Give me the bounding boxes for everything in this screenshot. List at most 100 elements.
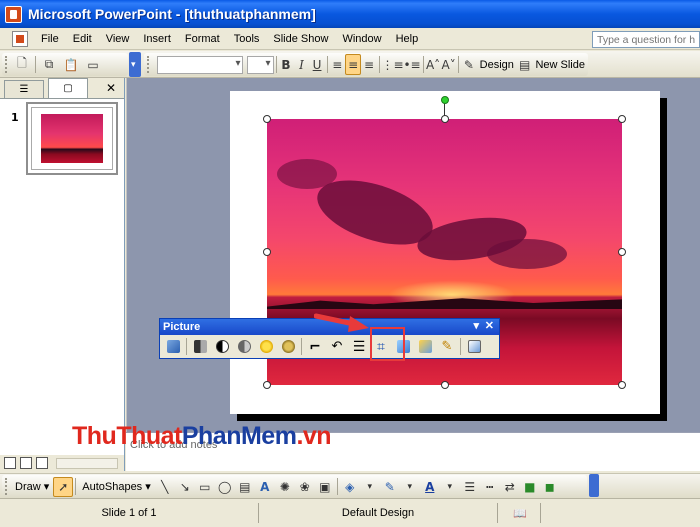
font-name-combo[interactable] [156, 55, 244, 74]
arrow-style-icon[interactable]: ⇄ [500, 477, 520, 497]
horizontal-scrollbar[interactable] [56, 458, 118, 469]
resize-handle[interactable] [618, 248, 626, 256]
menu-help[interactable]: Help [389, 31, 426, 47]
help-search-input[interactable] [592, 31, 700, 48]
arrow-icon[interactable]: ↘ [175, 477, 195, 497]
toolbar-grip[interactable] [147, 56, 150, 73]
title-bar: Microsoft PowerPoint - [thuthuatphanmem] [0, 0, 700, 28]
resize-handle[interactable] [263, 381, 271, 389]
design-icon[interactable]: ✎ [461, 54, 477, 75]
menu-insert[interactable]: Insert [136, 31, 178, 47]
menu-view[interactable]: View [99, 31, 137, 47]
new-document-icon[interactable]: 🗋 [11, 54, 33, 75]
toolbar-options-icon[interactable]: ▾ [473, 319, 479, 332]
fill-color-dropdown-icon[interactable]: ▾ [360, 477, 380, 497]
select-objects-icon[interactable]: ➚ [53, 476, 74, 497]
clip-art-icon[interactable]: ❀ [295, 477, 315, 497]
more-contrast-button[interactable] [212, 336, 233, 357]
menu-slide-show[interactable]: Slide Show [266, 31, 335, 47]
powerpoint-app-icon[interactable] [5, 5, 22, 23]
resize-handle[interactable] [263, 248, 271, 256]
font-color-dropdown-icon[interactable]: ▾ [440, 477, 460, 497]
font-color-icon[interactable]: A [420, 477, 440, 497]
watermark-part-3: .vn [296, 422, 332, 450]
resize-handle[interactable] [618, 381, 626, 389]
line-style-button[interactable]: ☰ [349, 336, 370, 357]
toolbar-options-button[interactable] [129, 52, 141, 77]
insert-picture-icon[interactable]: ▣ [315, 477, 335, 497]
reset-picture-button[interactable] [464, 336, 485, 357]
format-picture-button[interactable] [415, 336, 436, 357]
slide-canvas[interactable] [230, 91, 660, 414]
close-icon[interactable]: ✕ [106, 81, 116, 95]
set-transparent-color-button[interactable]: ✎ [437, 336, 458, 357]
toolbar-grip[interactable] [5, 56, 8, 73]
toolbar-grip[interactable] [5, 478, 8, 495]
menu-window[interactable]: Window [335, 31, 388, 47]
diagram-icon[interactable]: ✺ [275, 477, 295, 497]
format-painter-icon[interactable]: ▭ [82, 54, 104, 75]
shadow-style-icon[interactable]: ■ [520, 477, 540, 497]
tab-outline[interactable]: ☰ [4, 80, 44, 98]
format-picture-icon [418, 340, 432, 353]
drawing-toolbar-options-button[interactable] [589, 474, 599, 497]
increase-font-icon[interactable]: A˄ [425, 54, 441, 75]
copy-icon[interactable]: ⧉ [38, 54, 60, 75]
menu-format[interactable]: Format [178, 31, 227, 47]
line-style-icon: ☰ [352, 338, 366, 355]
dash-style-icon[interactable]: ┅ [480, 477, 500, 497]
italic-icon[interactable]: I [294, 54, 310, 75]
tab-slides[interactable]: ▢ [48, 78, 88, 98]
bullets-icon[interactable]: •≡ [403, 54, 420, 75]
less-brightness-button[interactable] [278, 336, 299, 357]
menu-file[interactable]: File [34, 31, 66, 47]
3d-style-icon[interactable]: ◼ [540, 477, 560, 497]
rotate-left-button[interactable]: ↶ [327, 336, 348, 357]
less-contrast-button[interactable] [234, 336, 255, 357]
slide-show-view-icon[interactable] [36, 457, 48, 469]
more-brightness-button[interactable] [256, 336, 277, 357]
fill-color-icon[interactable]: ◈ [340, 477, 360, 497]
slide-thumbnail[interactable] [26, 102, 118, 175]
autoshapes-menu-button[interactable]: AutoShapes ▾ [78, 480, 155, 493]
spelling-check-icon[interactable]: 📖 [505, 503, 535, 523]
document-icon[interactable] [12, 30, 28, 47]
crop-button[interactable]: ⌐ [305, 336, 326, 357]
new-slide-icon[interactable]: ▤ [517, 54, 533, 75]
resize-handle[interactable] [441, 381, 449, 389]
line-style-icon[interactable]: ☰ [460, 477, 480, 497]
align-center-icon[interactable]: ≡ [345, 54, 362, 75]
menu-tools[interactable]: Tools [227, 31, 267, 47]
oval-icon[interactable]: ◯ [215, 477, 235, 497]
font-size-combo[interactable] [247, 55, 274, 74]
line-color-dropdown-icon[interactable]: ▾ [400, 477, 420, 497]
align-right-icon[interactable]: ≡ [361, 54, 377, 75]
design-button[interactable]: Design [477, 59, 517, 71]
align-left-icon[interactable]: ≡ [330, 54, 346, 75]
toolbar-separator [458, 56, 460, 73]
wordart-icon[interactable]: A [255, 477, 275, 497]
resize-handle[interactable] [618, 115, 626, 123]
rectangle-icon[interactable]: ▭ [195, 477, 215, 497]
menu-edit[interactable]: Edit [66, 31, 99, 47]
bold-icon[interactable]: B [278, 54, 294, 75]
normal-view-icon[interactable] [4, 457, 16, 469]
draw-menu-button[interactable]: Draw ▾ [11, 480, 53, 493]
draw-label: Draw [15, 481, 41, 493]
resize-handle[interactable] [263, 115, 271, 123]
line-color-icon[interactable]: ✎ [380, 477, 400, 497]
decrease-font-icon[interactable]: A˅ [441, 54, 457, 75]
numbering-icon[interactable]: ⋮≡ [381, 54, 403, 75]
text-box-icon[interactable]: ▤ [235, 477, 255, 497]
close-icon[interactable]: ✕ [485, 319, 494, 332]
line-icon[interactable]: ╲ [155, 477, 175, 497]
slide-sorter-view-icon[interactable] [20, 457, 32, 469]
paste-icon[interactable]: 📋 [60, 54, 82, 75]
color-button[interactable] [190, 336, 211, 357]
rotate-handle[interactable] [441, 96, 449, 104]
underline-icon[interactable]: U [309, 54, 325, 75]
color-icon [193, 340, 207, 353]
resize-handle[interactable] [441, 115, 449, 123]
insert-picture-button[interactable] [163, 336, 184, 357]
new-slide-button[interactable]: New Slide [532, 59, 588, 71]
